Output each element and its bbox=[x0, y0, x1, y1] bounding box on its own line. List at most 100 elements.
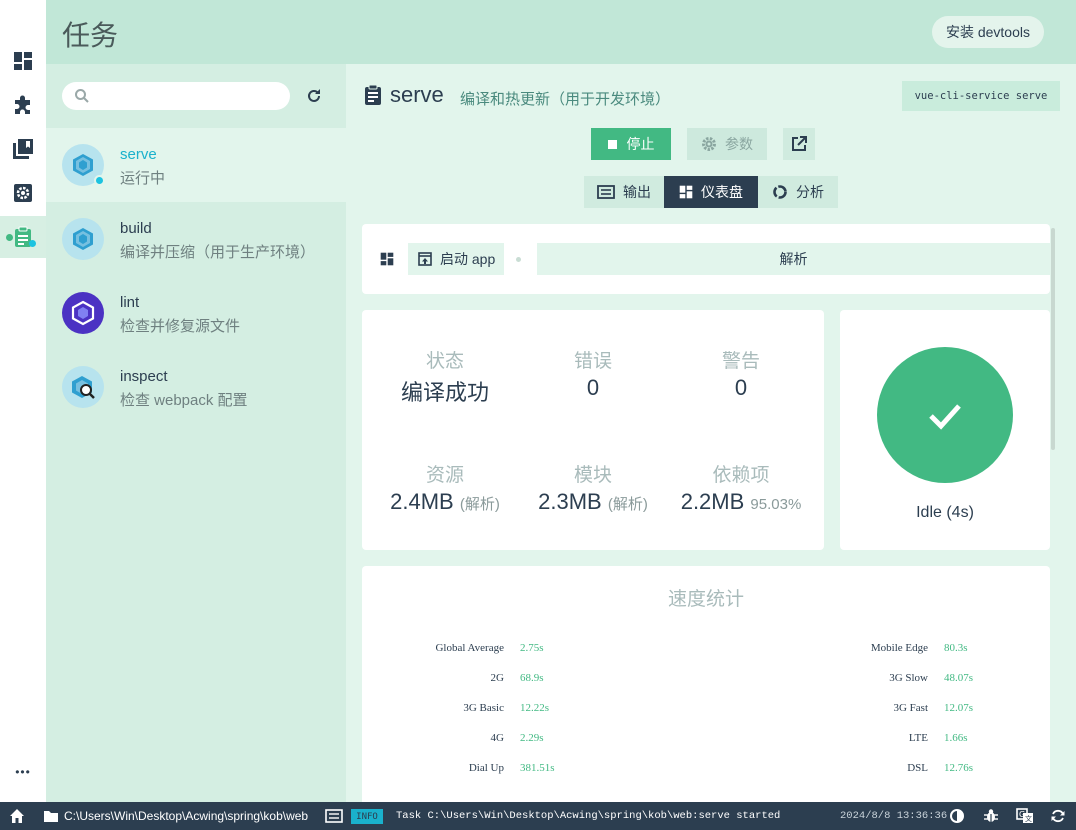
speed-value: 12.22s bbox=[520, 702, 550, 714]
log-timestamp: 2024/8/8 13:36:36 bbox=[840, 810, 948, 822]
refresh-icon[interactable] bbox=[306, 88, 322, 104]
more-icon: ••• bbox=[15, 765, 31, 779]
stat-label: 模块 bbox=[573, 465, 612, 486]
rail-item-tasks[interactable] bbox=[0, 216, 46, 258]
tab-label: 仪表盘 bbox=[701, 184, 743, 200]
output-icon bbox=[597, 185, 615, 199]
stat-extra: (解析) bbox=[607, 496, 648, 513]
rail-item-dashboard[interactable] bbox=[0, 40, 46, 82]
speed-value: 381.51s bbox=[520, 762, 555, 774]
clipboard-icon bbox=[365, 84, 381, 105]
task-item-inspect[interactable]: inspect 检查 webpack 配置 bbox=[46, 350, 346, 424]
tab-dashboard[interactable]: 仪表盘 bbox=[664, 176, 758, 208]
tab-label: 输出 bbox=[623, 184, 651, 200]
tab-output[interactable]: 输出 bbox=[584, 176, 664, 208]
task-name: lint bbox=[120, 294, 140, 311]
speed-name: 3G Basic bbox=[463, 702, 504, 714]
speed-value: 2.75s bbox=[520, 642, 544, 654]
tab-label: 分析 bbox=[796, 184, 824, 200]
task-list-panel: serve 运行中 build 编译并压缩（用于生产环境） lint 检查并修复… bbox=[46, 64, 346, 802]
speed-name: DSL bbox=[907, 762, 928, 774]
speed-name: 3G Fast bbox=[893, 702, 928, 714]
folder-icon[interactable] bbox=[43, 809, 59, 823]
search-box[interactable] bbox=[62, 82, 290, 110]
speed-name: 2G bbox=[490, 672, 504, 684]
speed-value: 2.29s bbox=[520, 732, 544, 744]
more-button[interactable]: ••• bbox=[0, 760, 46, 784]
stop-button[interactable]: 停止 bbox=[591, 128, 671, 160]
task-item-serve[interactable]: serve 运行中 bbox=[46, 128, 346, 202]
rail-item-plugins[interactable] bbox=[0, 84, 46, 126]
plugins-icon bbox=[15, 95, 30, 114]
dashboard-icon bbox=[14, 52, 32, 70]
task-title: serve bbox=[390, 82, 444, 107]
stat-modules: 模块 2.3MB (解析) bbox=[518, 460, 668, 515]
status-card: Idle (4s) bbox=[840, 310, 1050, 550]
stat-value: 2.2MB bbox=[680, 489, 745, 514]
stat-value-row: 2.3MB (解析) bbox=[518, 489, 668, 515]
speed-name: 4G bbox=[490, 732, 504, 744]
task-item-build[interactable]: build 编译并压缩（用于生产环境） bbox=[46, 202, 346, 276]
parse-button[interactable]: 解析 bbox=[537, 243, 1050, 275]
log-icon[interactable] bbox=[325, 809, 343, 823]
speed-name: Mobile Edge bbox=[870, 642, 928, 654]
top-header: 任务 安装 devtools bbox=[46, 0, 1076, 64]
launch-app-button[interactable]: 启动 app bbox=[408, 243, 504, 275]
build-stats-card: 状态 编译成功 错误 0 警告 0 资源 2.4MB (解析) 模块 2.3MB… bbox=[362, 310, 824, 550]
task-subtitle: 编译和热更新（用于开发环境） bbox=[460, 91, 671, 108]
speed-stats-title: 速度统计 bbox=[667, 589, 744, 610]
stat-label: 资源 bbox=[425, 465, 464, 486]
vue-cube-icon bbox=[62, 218, 104, 260]
stat-dependencies: 依赖项 2.2MB 95.03% bbox=[666, 460, 816, 515]
bug-icon[interactable] bbox=[983, 808, 999, 824]
log-message[interactable]: Task C:\Users\Win\Desktop\Acwing\spring\… bbox=[396, 810, 780, 822]
install-devtools-button[interactable]: 安装 devtools bbox=[931, 16, 1044, 48]
parameters-button[interactable]: 参数 bbox=[687, 128, 767, 160]
open-in-new-button[interactable] bbox=[783, 128, 815, 160]
project-path[interactable]: C:\Users\Win\Desktop\Acwing\spring\kob\w… bbox=[64, 809, 308, 823]
page-title: 任务 bbox=[62, 20, 119, 51]
refresh-icon[interactable] bbox=[1050, 808, 1066, 824]
eslint-icon bbox=[62, 292, 104, 334]
separator-dot bbox=[516, 257, 521, 262]
running-indicator-dot bbox=[29, 240, 36, 247]
inspect-icon bbox=[62, 366, 104, 408]
stat-extra: (解析) bbox=[459, 496, 500, 513]
status-bar: C:\Users\Win\Desktop\Acwing\spring\kob\w… bbox=[0, 802, 1076, 830]
task-name: build bbox=[120, 220, 152, 237]
svg-text:文: 文 bbox=[1025, 814, 1032, 823]
status-text: Idle (4s) bbox=[916, 504, 974, 521]
stat-value: 编译成功 bbox=[400, 380, 489, 405]
stat-label: 警告 bbox=[721, 351, 760, 372]
dark-mode-icon[interactable] bbox=[949, 808, 965, 824]
task-item-lint[interactable]: lint 检查并修复源文件 bbox=[46, 276, 346, 350]
stat-value: 0 bbox=[586, 375, 600, 400]
stat-assets: 资源 2.4MB (解析) bbox=[370, 460, 520, 515]
search-input[interactable] bbox=[96, 86, 282, 106]
task-description: 检查并修复源文件 bbox=[120, 318, 241, 335]
open-in-browser-icon bbox=[418, 252, 432, 266]
tab-analyzer[interactable]: 分析 bbox=[758, 176, 838, 208]
dashboard-toolbar: 启动 app 解析 bbox=[362, 224, 1050, 294]
active-indicator-dot bbox=[6, 234, 13, 241]
speed-name: 3G Slow bbox=[889, 672, 928, 684]
scrollbar-thumb[interactable] bbox=[1051, 228, 1055, 450]
speed-value: 1.66s bbox=[944, 732, 968, 744]
speed-value: 68.9s bbox=[520, 672, 544, 684]
open-in-new-icon bbox=[792, 136, 807, 151]
speed-value: 12.76s bbox=[944, 762, 974, 774]
rail-item-dependencies[interactable] bbox=[0, 128, 46, 170]
dashboard-icon[interactable] bbox=[380, 252, 394, 266]
task-description: 运行中 bbox=[120, 170, 166, 187]
stat-value: 2.4MB bbox=[390, 489, 454, 514]
stop-icon bbox=[607, 139, 617, 149]
speed-name: Dial Up bbox=[468, 762, 504, 774]
speed-value: 12.07s bbox=[944, 702, 974, 714]
rail-item-configuration[interactable] bbox=[0, 172, 46, 214]
task-description: 检查 webpack 配置 bbox=[120, 392, 248, 409]
status-indicator bbox=[877, 347, 1013, 483]
launch-app-label: 启动 app bbox=[440, 251, 496, 267]
translate-icon[interactable]: G文 bbox=[1016, 808, 1034, 824]
home-icon[interactable] bbox=[9, 808, 25, 824]
stat-value-row: 2.4MB (解析) bbox=[370, 489, 520, 515]
